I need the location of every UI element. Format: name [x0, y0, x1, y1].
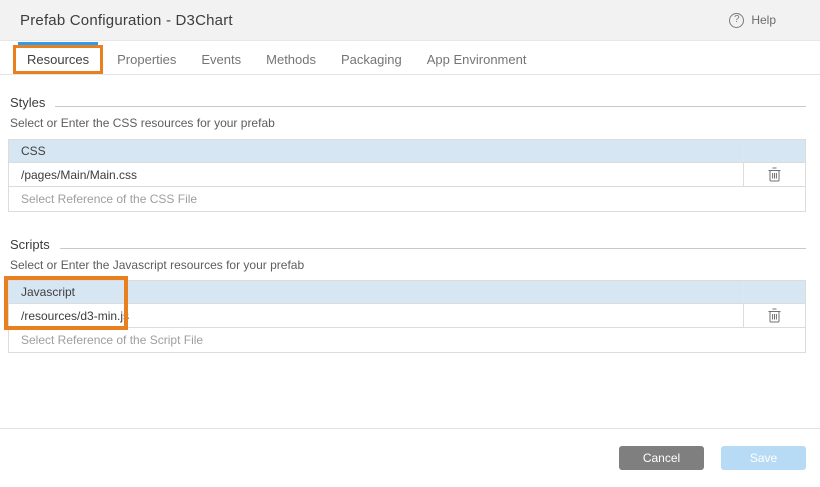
table-row: /resources/d3-min.js — [9, 303, 805, 327]
tab-properties[interactable]: Properties — [106, 45, 187, 74]
prefab-configuration-dialog: Prefab Configuration - D3Chart ? Help Re… — [0, 0, 820, 487]
script-table-header-action-cell — [743, 281, 805, 303]
css-resource-path: /pages/Main/Main.css — [21, 167, 138, 182]
styles-heading-rule — [55, 106, 806, 107]
page-title: Prefab Configuration - D3Chart — [20, 11, 233, 29]
scripts-section-heading: Scripts — [10, 237, 806, 252]
help-button[interactable]: ? Help — [729, 12, 776, 28]
trash-icon — [768, 308, 781, 323]
script-table-header-row: Javascript — [9, 281, 805, 303]
scripts-heading-rule — [59, 248, 806, 249]
styles-heading-label: Styles — [10, 95, 46, 110]
save-button[interactable]: Save — [721, 446, 806, 470]
help-label: Help — [751, 13, 776, 27]
tab-app-environment[interactable]: App Environment — [416, 45, 538, 74]
css-table-header-label: CSS — [21, 144, 46, 158]
tab-bar: Resources Properties Events Methods Pack… — [0, 41, 820, 75]
footer-actions: Cancel Save — [619, 446, 806, 470]
title-bar: Prefab Configuration - D3Chart ? Help — [0, 0, 820, 41]
help-question-icon: ? — [729, 12, 745, 28]
cancel-button[interactable]: Cancel — [619, 446, 704, 470]
trash-icon — [768, 167, 781, 182]
tab-methods[interactable]: Methods — [255, 45, 327, 74]
css-table-header-action-cell — [743, 140, 805, 162]
css-reference-input[interactable] — [9, 187, 805, 211]
css-resources-table: CSS /pages/Main/Main.css — [8, 139, 806, 212]
styles-section-description: Select or Enter the CSS resources for yo… — [10, 116, 275, 130]
tab-events[interactable]: Events — [190, 45, 252, 74]
tab-resources[interactable]: Resources — [13, 42, 104, 74]
table-row: /pages/Main/Main.css — [9, 162, 805, 186]
scripts-heading-label: Scripts — [10, 237, 50, 252]
script-reference-input[interactable] — [9, 328, 805, 352]
delete-css-resource-button[interactable] — [743, 163, 805, 186]
css-table-header-row: CSS — [9, 140, 805, 162]
script-table-header-label: Javascript — [21, 285, 76, 299]
css-reference-input-row — [9, 186, 805, 211]
tab-packaging[interactable]: Packaging — [330, 45, 413, 74]
scripts-section-description: Select or Enter the Javascript resources… — [10, 258, 305, 272]
script-resource-path: /resources/d3-min.js — [21, 308, 130, 323]
styles-section-heading: Styles — [10, 95, 806, 110]
footer-divider — [0, 428, 820, 429]
script-resources-table: Javascript /resources/d3-min.js — [8, 280, 806, 353]
script-reference-input-row — [9, 327, 805, 352]
delete-script-resource-button[interactable] — [743, 304, 805, 327]
